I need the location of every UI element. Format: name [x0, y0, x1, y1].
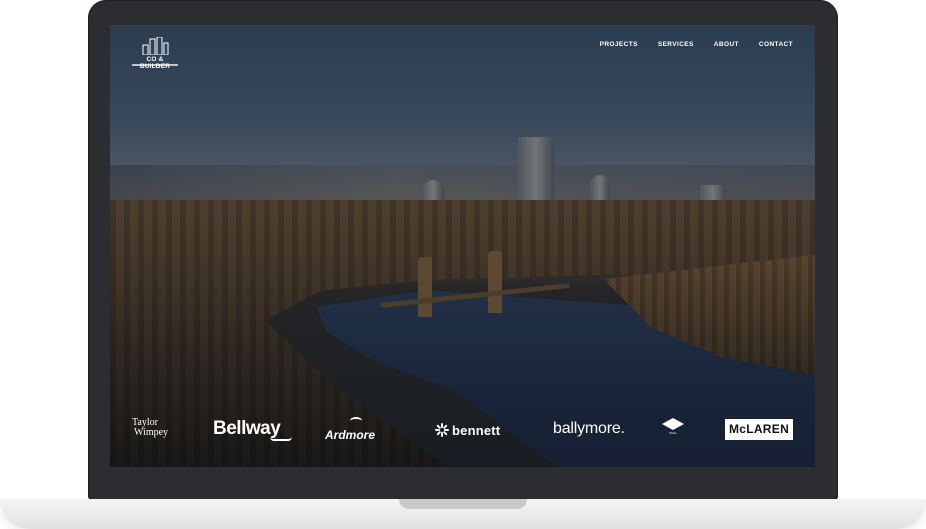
- logo-wordmark: CO & BUILDER: [139, 56, 171, 70]
- client-logo-bennett: bennett: [452, 423, 501, 438]
- client-logo-pa: PAUL: [669, 431, 677, 435]
- nav-services[interactable]: SERVICES: [658, 41, 694, 48]
- bennett-star-icon: [435, 423, 449, 437]
- site-logo[interactable]: CO & BUILDER: [132, 37, 178, 70]
- client-logo-taylor-wimpey: Taylor Wimpey: [132, 418, 168, 438]
- pa-diamond-logo-icon: [662, 418, 684, 430]
- nav-contact[interactable]: CONTACT: [759, 41, 793, 48]
- logo-tagline-bar: [132, 64, 178, 66]
- hero-overlay: [110, 25, 815, 467]
- building-logo-icon: [142, 37, 169, 55]
- laptop-notch: [399, 499, 527, 509]
- wimpey-line: Wimpey: [134, 427, 169, 438]
- client-logo-ballymore: ballymore.: [553, 420, 625, 437]
- nav-about[interactable]: ABOUT: [714, 41, 739, 48]
- ardmore-mark-icon: [350, 417, 362, 425]
- client-logo-mclaren: McLAREN: [725, 419, 793, 440]
- client-logo-ardmore: Ardmore: [325, 428, 376, 442]
- main-nav: PROJECTS SERVICES ABOUT CONTACT: [600, 41, 793, 48]
- client-logos: Taylor Wimpey Bellway Ardmore bennett ba…: [110, 415, 815, 451]
- bellway-swoosh-icon: [270, 437, 292, 441]
- nav-projects[interactable]: PROJECTS: [600, 41, 638, 48]
- website-screen: CO & BUILDER PROJECTS SERVICES ABOUT CON…: [110, 25, 815, 467]
